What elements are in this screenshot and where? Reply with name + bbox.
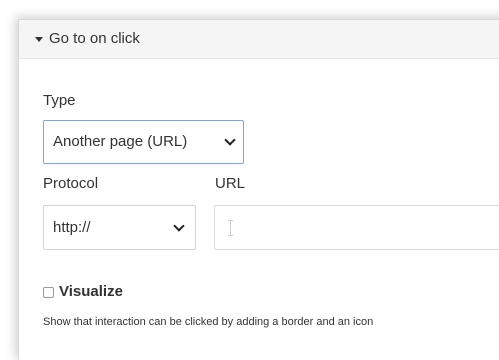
protocol-select-value: http:// [53, 219, 91, 236]
url-input[interactable] [214, 205, 499, 250]
caret-down-icon[interactable] [35, 37, 43, 42]
visualize-label[interactable]: Visualize [59, 283, 123, 301]
visualize-hint-text: Show that interaction can be clicked by … [43, 316, 374, 328]
section-title: Go to on click [49, 30, 140, 47]
chevron-down-icon [224, 134, 236, 146]
go-to-on-click-panel: Go to on click Type Another page (URL) P… [18, 19, 499, 360]
protocol-select[interactable]: http:// [43, 205, 196, 250]
chevron-down-icon [173, 220, 185, 232]
type-label: Type [43, 92, 76, 109]
section-header-go-to-on-click[interactable]: Go to on click [19, 20, 499, 59]
url-label: URL [215, 175, 246, 192]
text-cursor-icon [228, 220, 233, 236]
type-select-value: Another page (URL) [53, 133, 188, 150]
protocol-label: Protocol [43, 175, 99, 192]
type-select[interactable]: Another page (URL) [43, 120, 244, 164]
visualize-checkbox[interactable] [43, 287, 54, 298]
